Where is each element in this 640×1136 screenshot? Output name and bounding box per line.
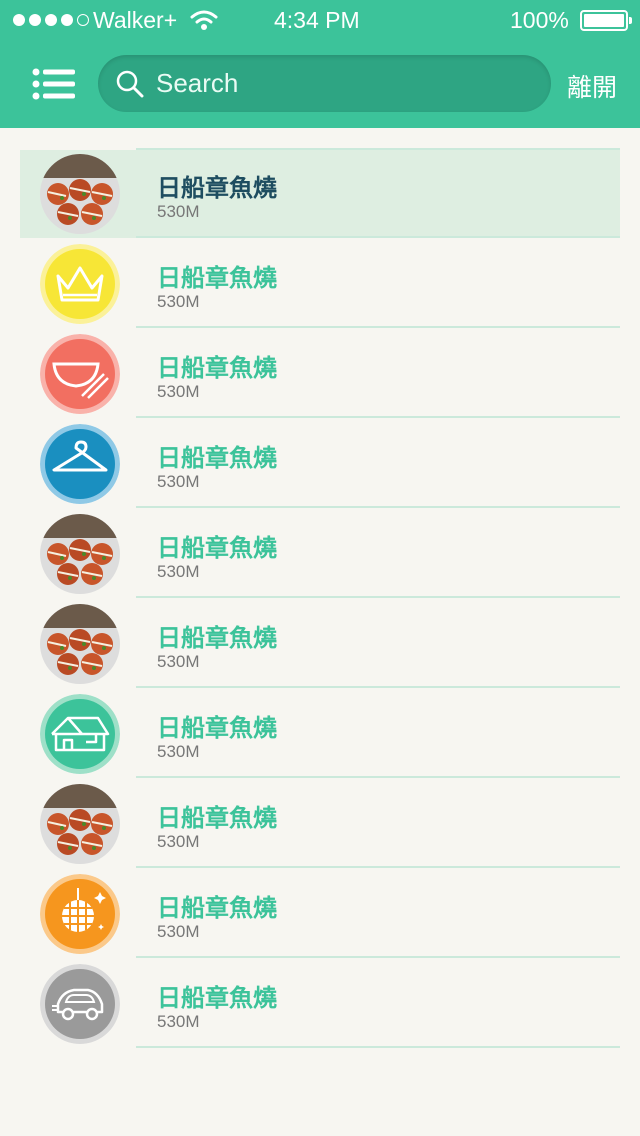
list-item[interactable]: 日船章魚燒 530M [0, 688, 640, 778]
list-item[interactable]: 日船章魚燒 530M [0, 958, 640, 1048]
item-distance: 530M [157, 202, 200, 221]
signal-strength-icon [13, 14, 89, 26]
disco-ball-icon [40, 874, 120, 954]
list-item[interactable]: 日船章魚燒 530M [0, 148, 640, 238]
item-title: 日船章魚燒 [157, 264, 277, 292]
car-icon [40, 964, 120, 1044]
item-distance: 530M [157, 562, 200, 581]
battery-icon [580, 10, 632, 31]
item-title: 日船章魚燒 [157, 444, 277, 472]
status-bar: Walker+ 4:34 PM 100% [0, 0, 640, 40]
list-item[interactable]: 日船章魚燒 530M [0, 598, 640, 688]
wifi-icon [190, 10, 218, 30]
item-distance: 530M [157, 292, 200, 311]
search-icon [116, 70, 144, 98]
clock: 4:34 PM [274, 7, 360, 33]
item-title: 日船章魚燒 [157, 534, 277, 562]
item-distance: 530M [157, 922, 200, 941]
carrier-name: Walker+ [93, 7, 178, 33]
menu-list-icon[interactable] [32, 68, 76, 100]
item-title: 日船章魚燒 [157, 804, 277, 832]
item-title: 日船章魚燒 [157, 174, 277, 202]
search-bar[interactable] [98, 55, 551, 112]
item-title: 日船章魚燒 [157, 624, 277, 652]
list-item[interactable]: 日船章魚燒 530M [0, 328, 640, 418]
takoyaki-photo-icon [40, 514, 120, 594]
list-item[interactable]: 日船章魚燒 530M [0, 778, 640, 868]
leave-button[interactable]: 離開 [567, 68, 617, 104]
takoyaki-photo-icon [40, 784, 120, 864]
list-item[interactable]: 日船章魚燒 530M [0, 508, 640, 598]
bowl-chopsticks-icon [40, 334, 120, 414]
house-icon [40, 694, 120, 774]
takoyaki-photo-icon [40, 604, 120, 684]
item-distance: 530M [157, 382, 200, 401]
item-title: 日船章魚燒 [157, 984, 277, 1012]
crown-icon [40, 244, 120, 324]
item-distance: 530M [157, 1012, 200, 1031]
takoyaki-photo-icon [40, 154, 120, 234]
search-input[interactable] [156, 55, 536, 112]
item-title: 日船章魚燒 [157, 894, 277, 922]
place-list: 日船章魚燒 530M 日船章魚燒 530M 日船章魚燒 530M 日船章魚燒 5… [0, 148, 640, 1048]
item-distance: 530M [157, 472, 200, 491]
item-distance: 530M [157, 742, 200, 761]
list-item[interactable]: 日船章魚燒 530M [0, 868, 640, 958]
item-distance: 530M [157, 652, 200, 671]
item-title: 日船章魚燒 [157, 714, 277, 742]
hanger-icon [40, 424, 120, 504]
item-distance: 530M [157, 832, 200, 851]
list-item[interactable]: 日船章魚燒 530M [0, 238, 640, 328]
item-title: 日船章魚燒 [157, 354, 277, 382]
top-bar: Walker+ 4:34 PM 100% 離開 [0, 0, 640, 128]
battery-percent: 100% [510, 7, 569, 33]
list-item[interactable]: 日船章魚燒 530M [0, 418, 640, 508]
